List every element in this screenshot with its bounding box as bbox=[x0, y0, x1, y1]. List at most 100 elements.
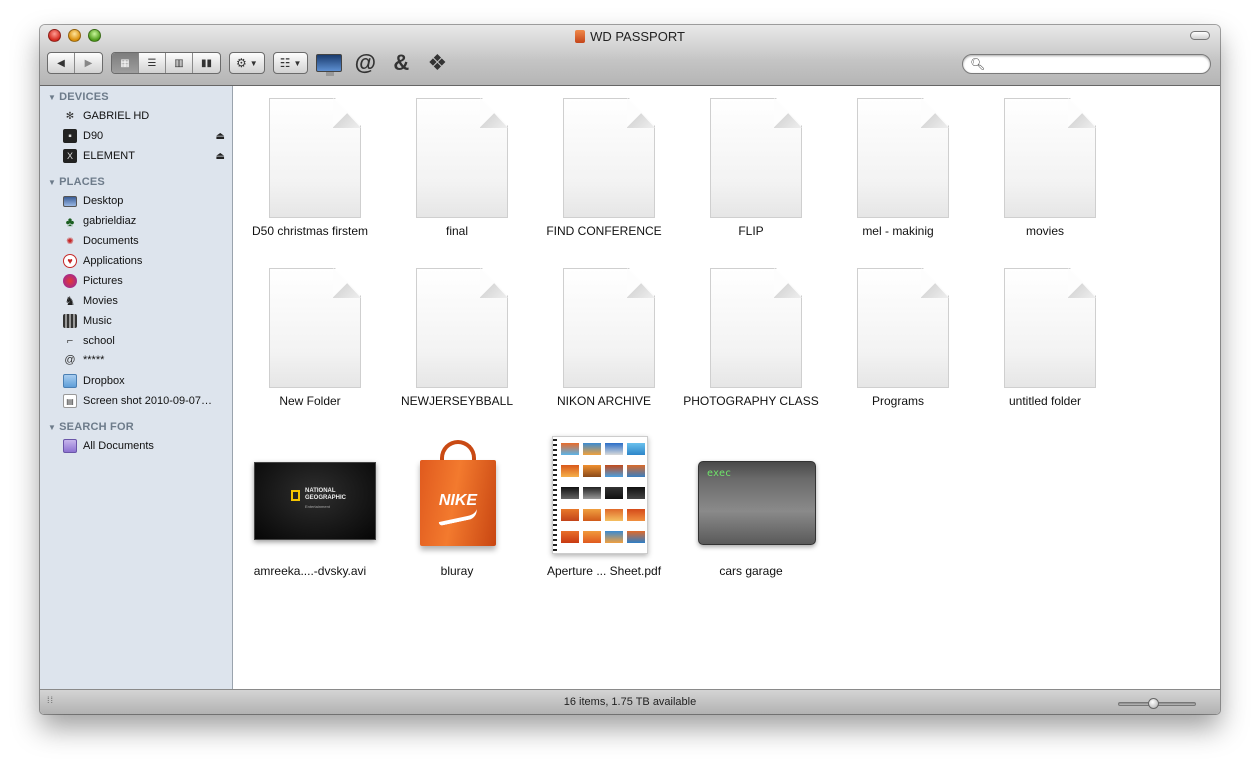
sidebar-item-school[interactable]: ⌐ school bbox=[63, 332, 231, 350]
file-label: cars garage bbox=[719, 564, 783, 578]
pictures-icon bbox=[63, 274, 77, 288]
file-label: untitled folder bbox=[1008, 394, 1082, 408]
music-icon bbox=[63, 314, 77, 328]
drive-icon: X bbox=[63, 149, 77, 163]
search-icon: 🔍︎ bbox=[970, 57, 986, 71]
back-button[interactable]: ◀ bbox=[48, 53, 75, 73]
camera-drive-icon: ▪ bbox=[63, 129, 77, 143]
movies-icon: ♞ bbox=[64, 294, 76, 308]
sidebar-item-documents[interactable]: ✺ Documents bbox=[63, 232, 231, 250]
sidebar-heading-search-for[interactable]: ▼ SEARCH FOR bbox=[48, 421, 134, 433]
document-icon bbox=[1004, 268, 1096, 388]
file-label: amreeka....-dvsky.avi bbox=[253, 564, 367, 578]
shopping-bag-icon: NIKE bbox=[420, 440, 496, 548]
forward-button[interactable]: ▶ bbox=[75, 53, 102, 73]
exec-text: exec bbox=[707, 468, 732, 479]
school-icon: ⌐ bbox=[66, 335, 74, 347]
sidebar-item-d90[interactable]: ▪ D90 ⏏ bbox=[63, 127, 231, 145]
sidebar-item-label: ***** bbox=[83, 354, 105, 366]
sidebar-heading-label: SEARCH FOR bbox=[59, 421, 134, 433]
eject-icon[interactable]: ⏏ bbox=[216, 151, 225, 162]
documents-icon: ✺ bbox=[66, 235, 74, 246]
spiral-icon: @ bbox=[64, 354, 76, 366]
sidebar-heading-places[interactable]: ▼ PLACES bbox=[48, 176, 105, 188]
sidebar-item-music[interactable]: Music bbox=[63, 312, 231, 330]
list-view-icon: ☰ bbox=[147, 57, 157, 69]
bag-logo-text: NIKE bbox=[438, 492, 478, 509]
file-label: PHOTOGRAPHY CLASS bbox=[683, 394, 819, 408]
sidebar-item-movies[interactable]: ♞ Movies bbox=[63, 292, 231, 310]
unix-executable-icon: exec bbox=[698, 461, 816, 545]
file-label: New Folder bbox=[279, 394, 341, 408]
sidebar-item-label: All Documents bbox=[83, 440, 154, 452]
dropdown-arrow-icon: ▼ bbox=[293, 58, 302, 68]
sidebar-heading-label: DEVICES bbox=[59, 91, 109, 103]
sidebar-item-dropbox[interactable]: Dropbox bbox=[63, 372, 231, 390]
sidebar-item-screenshot[interactable]: ▤ Screen shot 2010-09-07… bbox=[63, 392, 231, 410]
status-text: 16 items, 1.75 TB available bbox=[563, 696, 697, 708]
gear-icon: ⚙ bbox=[236, 56, 247, 70]
ampersand-toolbar-button[interactable]: & bbox=[386, 50, 416, 76]
sidebar-item-all-documents[interactable]: All Documents bbox=[63, 437, 231, 455]
dropdown-arrow-icon: ▼ bbox=[249, 58, 258, 68]
dropbox-toolbar-button[interactable]: ❖ bbox=[422, 50, 452, 76]
sidebar-heading-label: PLACES bbox=[59, 176, 105, 188]
at-sign-icon: @ bbox=[354, 50, 377, 75]
sidebar-item-hidden[interactable]: @ ***** bbox=[63, 351, 231, 369]
sidebar-item-applications[interactable]: ♥ Applications bbox=[63, 252, 231, 270]
icon-view-icon: ▦ bbox=[120, 57, 130, 69]
document-icon bbox=[710, 98, 802, 218]
network-disk-icon: ✻ bbox=[65, 110, 75, 122]
spiral-binding-icon bbox=[553, 439, 557, 551]
ampersand-icon: & bbox=[393, 50, 410, 75]
file-label: final bbox=[445, 224, 468, 238]
sidebar-item-desktop[interactable]: Desktop bbox=[63, 192, 231, 210]
sidebar: ▼ DEVICES ✻ GABRIEL HD ▪ D90 ⏏ X ELEMENT ⏏ ▼… bbox=[40, 86, 233, 689]
document-icon bbox=[710, 268, 802, 388]
icon-view-button[interactable]: ▦ bbox=[112, 53, 139, 73]
national-geographic-logo-icon bbox=[291, 490, 300, 501]
search-field[interactable]: 🔍︎ bbox=[962, 54, 1211, 74]
sidebar-item-gabrieldiaz[interactable]: ♣ gabrieldiaz bbox=[63, 212, 231, 230]
action-menu-button[interactable]: ⚙ ▼ bbox=[229, 52, 265, 74]
arrange-menu-button[interactable]: ☷ ▼ bbox=[272, 52, 309, 74]
file-label: Aperture ... Sheet.pdf bbox=[546, 564, 662, 578]
sidebar-item-pictures[interactable]: Pictures bbox=[63, 272, 231, 290]
sidebar-heading-devices[interactable]: ▼ DEVICES bbox=[48, 91, 109, 103]
external-disk-icon bbox=[575, 30, 586, 43]
toolbar-controls: ◀ ▶ ▦ ☰ ▥ ▮▮ ⚙ ▼ ☷ ▼ @ & ❖ bbox=[47, 50, 452, 76]
screenshot-file-icon: ▤ bbox=[63, 394, 77, 408]
document-icon bbox=[857, 98, 949, 218]
sidebar-item-label: Pictures bbox=[83, 275, 123, 287]
document-icon bbox=[563, 268, 655, 388]
sidebar-item-label: Desktop bbox=[83, 195, 124, 207]
sidebar-item-gabriel-hd[interactable]: ✻ GABRIEL HD bbox=[63, 107, 231, 125]
column-view-button[interactable]: ▥ bbox=[166, 53, 193, 73]
document-icon bbox=[857, 268, 949, 388]
window-title: WD PASSPORT bbox=[40, 29, 1220, 44]
document-icon bbox=[563, 98, 655, 218]
sidebar-item-element[interactable]: X ELEMENT ⏏ bbox=[63, 147, 231, 165]
sidebar-item-label: Screen shot 2010-09-07… bbox=[83, 395, 213, 407]
icon-size-slider-knob[interactable] bbox=[1148, 698, 1159, 709]
arrange-icon: ☷ bbox=[279, 56, 291, 70]
list-view-button[interactable]: ☰ bbox=[139, 53, 166, 73]
contact-sheet-grid bbox=[561, 443, 645, 543]
document-icon bbox=[269, 268, 361, 388]
sidebar-item-label: Dropbox bbox=[83, 375, 125, 387]
monitor-toolbar-button[interactable] bbox=[314, 50, 344, 76]
document-icon bbox=[416, 268, 508, 388]
at-sign-toolbar-button[interactable]: @ bbox=[350, 50, 380, 76]
coverflow-view-button[interactable]: ▮▮ bbox=[193, 53, 220, 73]
file-label: FIND CONFERENCE bbox=[546, 224, 662, 238]
sidebar-item-label: Applications bbox=[83, 255, 143, 267]
toolbar-toggle-button[interactable] bbox=[1190, 31, 1210, 40]
thumbnail-text: NATIONAL GEOGRAPHIC bbox=[305, 488, 347, 501]
home-icon: ♣ bbox=[65, 213, 75, 229]
file-label: Programs bbox=[871, 394, 924, 408]
document-icon bbox=[416, 98, 508, 218]
search-input[interactable] bbox=[985, 56, 1205, 72]
eject-icon[interactable]: ⏏ bbox=[216, 131, 225, 142]
file-label: bluray bbox=[440, 564, 474, 578]
icon-size-slider[interactable] bbox=[1118, 698, 1196, 709]
